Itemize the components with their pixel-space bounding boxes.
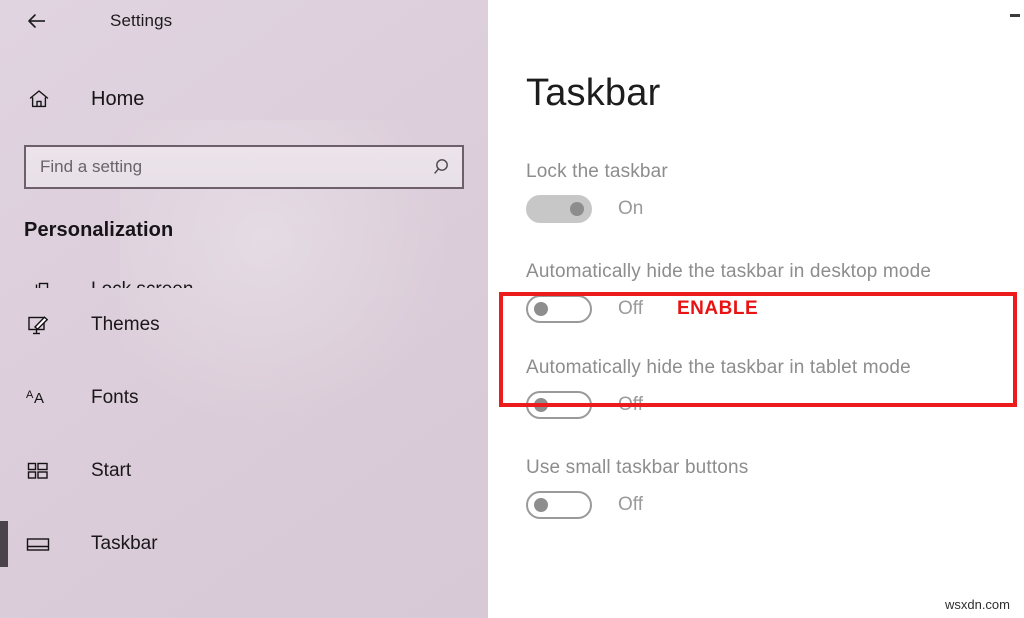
sidebar-item-start[interactable]: Start [0,434,488,507]
setting-auto-hide-desktop-mode: Automatically hide the taskbar in deskto… [488,261,1024,323]
toggle-state-label: Off [618,298,643,319]
sidebar-section-heading: Personalization [24,219,174,241]
toggle-auto-hide-tablet-mode[interactable] [526,391,592,419]
toggle-knob [570,202,584,216]
page-title: Taskbar [526,72,661,114]
sidebar-item-lock-screen[interactable]: Lock screen [0,252,488,288]
settings-window: Settings Home Personalization [0,0,1024,618]
toggle-auto-hide-desktop-mode[interactable] [526,295,592,323]
search-box[interactable] [24,145,464,189]
setting-label: Automatically hide the taskbar in deskto… [526,261,932,282]
app-title: Settings [110,11,173,30]
sidebar-item-fonts[interactable]: A A Fonts [0,361,488,434]
toggle-knob [534,398,548,412]
lock-screen-icon [24,273,54,288]
fonts-aa-icon: A A [24,384,54,412]
search-icon[interactable] [424,156,462,178]
sidebar-nav-list: Lock screen Themes A A [0,252,488,580]
start-tiles-icon [24,457,54,485]
toggle-use-small-taskbar-buttons[interactable] [526,491,592,519]
sidebar-item-taskbar-label: Taskbar [91,532,158,554]
home-icon [24,84,54,114]
sidebar-item-taskbar[interactable]: Taskbar [0,507,488,580]
sidebar-item-themes-label: Themes [91,313,160,335]
toggle-state-label: Off [618,494,643,515]
minimize-dash [1010,14,1020,17]
title-bar: Settings [0,0,488,42]
setting-use-small-taskbar-buttons: Use small taskbar buttons Off [488,457,1024,519]
setting-auto-hide-tablet-mode: Automatically hide the taskbar in tablet… [488,357,1024,419]
watermark: wsxdn.com [944,597,1010,612]
toggle-state-label: On [618,198,644,219]
toggle-row: Off [526,491,1024,519]
themes-brush-icon [24,311,54,339]
settings-main-pane: Taskbar Lock the taskbar On Automaticall… [488,0,1024,618]
sidebar-item-themes[interactable]: Themes [0,288,488,361]
setting-lock-the-taskbar: Lock the taskbar On [488,161,1024,223]
toggle-knob [534,302,548,316]
svg-text:A: A [26,389,34,401]
toggle-knob [534,498,548,512]
toggle-row: Off ENABLE [526,295,1024,323]
settings-sidebar: Settings Home Personalization [0,0,488,618]
toggle-lock-the-taskbar[interactable] [526,195,592,223]
taskbar-icon [24,530,54,558]
selection-indicator [0,520,8,567]
setting-label: Use small taskbar buttons [526,457,749,478]
toggle-state-label: Off [618,394,643,415]
enable-annotation: ENABLE [677,298,759,319]
toggle-row: On [526,195,1024,223]
sidebar-item-fonts-label: Fonts [91,386,139,408]
sidebar-item-home[interactable]: Home [0,80,488,118]
toggle-row: Off [526,391,1024,419]
back-arrow-icon[interactable] [22,6,52,36]
svg-text:A: A [34,390,44,407]
sidebar-item-lock-screen-label: Lock screen [91,279,193,288]
minimize-icon[interactable] [1010,8,1022,17]
setting-label: Automatically hide the taskbar in tablet… [526,357,911,378]
search-input[interactable] [26,157,424,177]
sidebar-item-start-label: Start [91,459,132,481]
sidebar-item-home-label: Home [91,87,145,110]
setting-label: Lock the taskbar [526,161,668,182]
